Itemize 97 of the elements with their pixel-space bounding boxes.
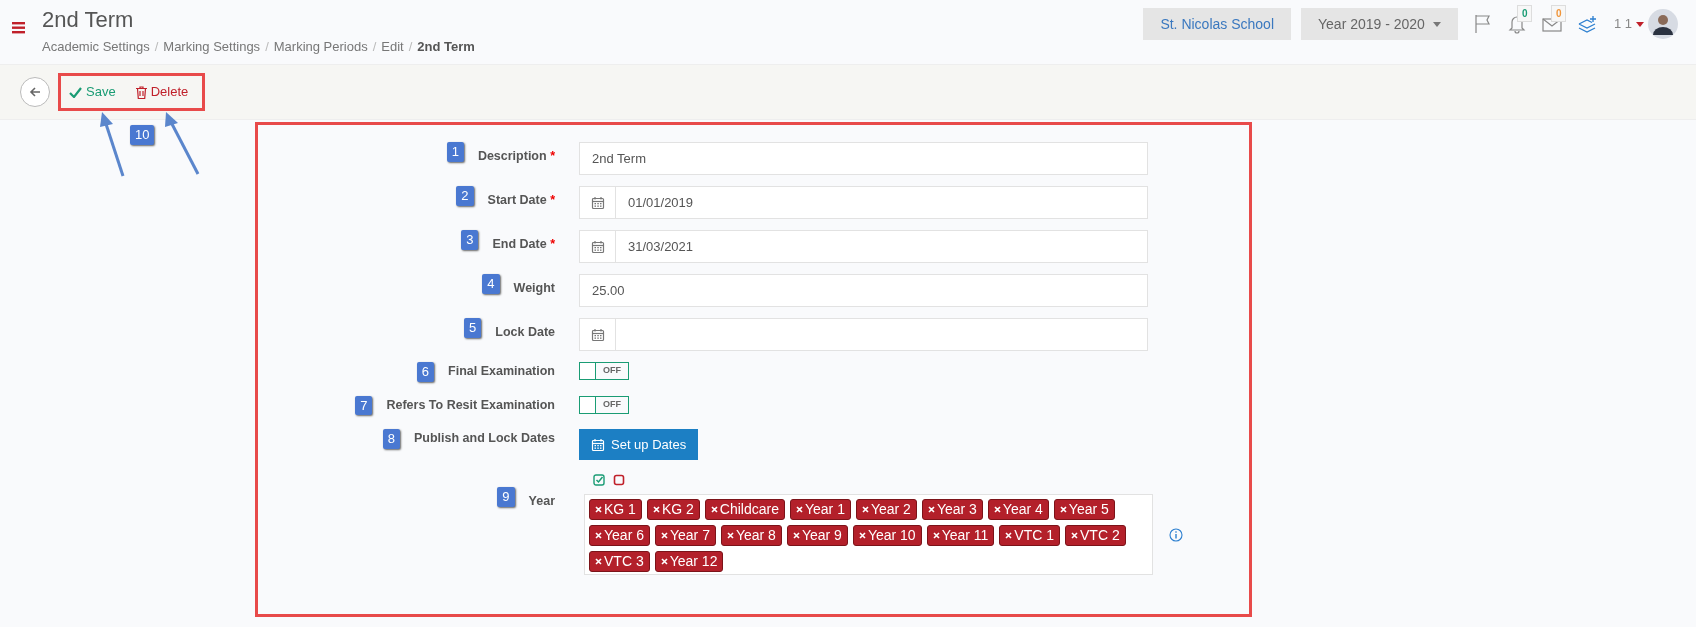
year-tag[interactable]: KG 1 <box>589 499 642 521</box>
breadcrumb-separator: / <box>265 38 269 57</box>
year-tag[interactable]: Year 1 <box>789 499 851 521</box>
breadcrumb-link[interactable]: Edit <box>381 37 404 57</box>
checkbox-empty-icon[interactable] <box>613 474 625 487</box>
flag-icon[interactable] <box>1473 14 1492 34</box>
annotation-number: 3 <box>461 230 479 250</box>
remove-icon <box>595 558 602 566</box>
field-label: Start Date * <box>487 192 555 209</box>
year-tag[interactable]: Year 5 <box>1053 499 1115 521</box>
remove-icon <box>660 558 668 566</box>
year-tag[interactable]: Year 9 <box>786 525 848 547</box>
remove-icon <box>861 506 869 514</box>
remove-icon <box>795 506 803 514</box>
toggle-switch[interactable]: OFF <box>579 395 629 414</box>
year-tag[interactable]: VTC 1 <box>999 525 1061 547</box>
year-dropdown[interactable]: Year 2019 - 2020 <box>1301 8 1458 40</box>
remove-icon <box>710 506 718 514</box>
page-title: 2nd Term <box>42 8 135 33</box>
notification-count: 0 <box>1516 4 1533 22</box>
remove-icon <box>660 532 668 540</box>
calendar-icon <box>590 195 605 210</box>
year-tag[interactable]: Year 11 <box>926 525 995 547</box>
remove-icon <box>1005 532 1013 540</box>
annotation-arrow <box>165 112 200 175</box>
remove-icon <box>927 506 935 514</box>
back-button[interactable] <box>20 77 50 107</box>
calendar-icon <box>590 239 605 254</box>
annotation-number: 9 <box>497 487 515 507</box>
remove-icon <box>792 532 800 540</box>
caret-icon <box>1432 21 1441 27</box>
year-tag[interactable]: VTC 2 <box>1065 525 1126 547</box>
remove-icon <box>726 532 734 540</box>
annotation-number: 2 <box>456 186 474 206</box>
breadcrumb-separator: / <box>154 38 159 57</box>
year-tag[interactable]: Year 7 <box>654 525 716 547</box>
breadcrumb-link[interactable]: Academic Settings <box>42 37 150 57</box>
field-label: Weight <box>513 280 555 297</box>
year-tag[interactable]: Year 2 <box>855 499 917 521</box>
calendar-icon <box>591 437 605 452</box>
remove-icon <box>652 506 660 514</box>
envelope-icon[interactable] <box>1541 16 1562 33</box>
info-icon <box>1169 527 1183 542</box>
year-tag[interactable]: VTC 3 <box>589 551 650 573</box>
field-label: Lock Date <box>495 324 555 341</box>
arrow-left-icon <box>29 86 41 98</box>
year-tag[interactable]: Year 12 <box>654 551 724 573</box>
layers-plus-icon[interactable] <box>1577 15 1598 33</box>
annotation-number: 4 <box>482 274 500 294</box>
annotation-number: 8 <box>382 429 400 449</box>
remove-icon <box>1071 532 1079 540</box>
year-tag[interactable]: Year 3 <box>921 499 983 521</box>
annotation-number: 10 <box>130 125 155 145</box>
field-label: Refers To Resit Examination <box>386 396 555 414</box>
calendar-icon <box>590 327 605 342</box>
breadcrumb-separator: / <box>372 38 377 57</box>
avatar-icon <box>1648 9 1678 39</box>
remove-icon <box>932 532 940 540</box>
breadcrumb-link[interactable]: Marking Settings <box>163 37 261 57</box>
remove-icon <box>993 506 1001 514</box>
toggle-switch[interactable]: OFF <box>579 362 629 380</box>
check-icon <box>69 86 82 98</box>
setup-dates-button[interactable]: Set up Dates <box>579 429 699 461</box>
breadcrumb-current: 2nd Term <box>417 38 475 57</box>
year-tag[interactable]: Year 10 <box>852 525 922 547</box>
field-label: Description * <box>477 148 555 165</box>
toolbar-button[interactable]: Delete <box>135 82 189 102</box>
year-tag[interactable]: KG 2 <box>646 499 700 521</box>
annotation-arrow <box>100 112 125 177</box>
annotation-number: 6 <box>416 362 435 382</box>
breadcrumb-link[interactable]: Marking Periods <box>273 37 368 57</box>
year-tag[interactable]: Childcare <box>704 499 785 521</box>
field-label: Year <box>528 493 555 511</box>
annotation-number: 1 <box>446 142 464 162</box>
checkbox-checked-icon[interactable] <box>593 474 605 487</box>
remove-icon <box>858 532 866 540</box>
tag-input[interactable]: KG 1 KG 2 Childcare Year 1 Year 2 Year 3 Year 4 Year 5 Year 6 Year 7 Year 8 Year 9 Year 10 Year 11 VTC 1 VTC 2 VTC 3 Year 12 <box>584 494 1153 576</box>
breadcrumb-separator: / <box>408 38 413 57</box>
annotation-number: 5 <box>464 318 482 338</box>
field-label: End Date * <box>492 236 555 253</box>
menu-icon[interactable] <box>12 20 26 34</box>
year-tag[interactable]: Year 4 <box>987 499 1049 521</box>
remove-icon <box>595 532 602 540</box>
year-tag[interactable]: Year 8 <box>720 525 782 547</box>
annotation-number: 7 <box>355 395 373 416</box>
field-label: Publish and Lock Dates <box>414 430 555 448</box>
trash-icon <box>135 85 147 99</box>
year-tag[interactable]: Year 6 <box>589 525 650 547</box>
field-label: Final Examination <box>448 363 555 380</box>
input-field[interactable]: 2nd Term <box>579 142 1148 175</box>
remove-icon <box>595 506 602 514</box>
caret-icon <box>1636 21 1644 27</box>
remove-icon <box>1059 506 1067 514</box>
school-button[interactable]: St. Nicolas School <box>1143 8 1291 40</box>
user-name[interactable]: 1 1 <box>1613 14 1632 34</box>
notification-count: 0 <box>1550 5 1567 23</box>
input-field[interactable]: 25.00 <box>579 274 1148 307</box>
